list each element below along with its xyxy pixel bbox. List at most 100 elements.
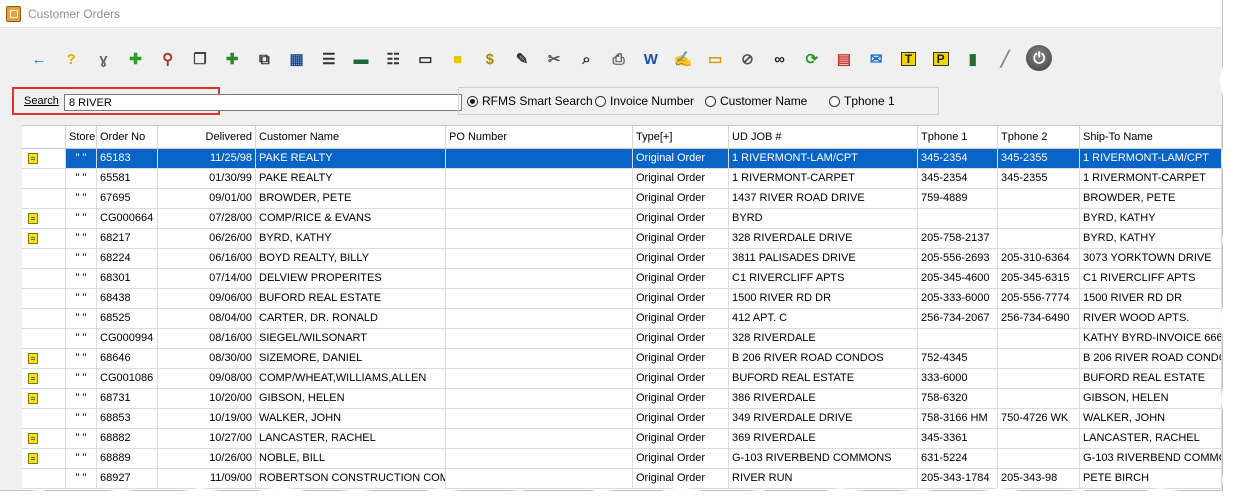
tools-icon[interactable]: ✂ — [543, 48, 565, 70]
cell-po-number — [446, 149, 633, 168]
cell-ud-job: 328 RIVERDALE DRIVE — [729, 229, 918, 248]
table-row[interactable]: " " 67695 09/01/00 BROWDER, PETE Original Or… — [22, 189, 1222, 209]
cell-order-no: 68882 — [97, 429, 158, 448]
cell-tphone1: 752-4345 — [918, 349, 998, 368]
forms-icon[interactable]: ▦ — [286, 48, 308, 70]
cell-order-no: 68217 — [97, 229, 158, 248]
refresh-icon[interactable]: ⟳ — [801, 48, 823, 70]
copy-icon[interactable]: ❐ — [189, 48, 211, 70]
header-ud-job[interactable]: UD JOB # — [729, 126, 918, 148]
table-row[interactable]: " " 65183 11/25/98 PAKE REALTY Original Orde… — [22, 149, 1222, 169]
spark-icon[interactable]: ɣ — [92, 48, 114, 70]
search-mode-group: RFMS Smart Search Invoice Number Customer … — [458, 87, 939, 115]
radio-dot[interactable] — [467, 95, 478, 107]
shutdown-icon[interactable]: ⏻ — [1026, 45, 1053, 71]
table-row[interactable]: " " 68438 09/06/00 BUFORD REAL ESTATE Origin… — [22, 289, 1222, 309]
cell-ud-job: B 206 RIVER ROAD CONDOS — [729, 349, 918, 368]
add-order-icon[interactable]: ✚ — [125, 48, 147, 70]
note-icon[interactable]: ■ — [447, 48, 469, 70]
cell-tphone2 — [998, 229, 1080, 248]
coin-icon[interactable]: $ — [479, 48, 501, 70]
cell-type: Original Order — [633, 409, 729, 428]
radio-dot[interactable] — [829, 95, 840, 107]
radio-tphone-1[interactable]: Tphone 1 — [829, 94, 895, 108]
radio-dot[interactable] — [595, 95, 606, 107]
cell-delivered: 01/30/99 — [158, 169, 256, 188]
table-row[interactable]: " " 68525 08/04/00 CARTER, DR. RONALD Origin… — [22, 309, 1222, 329]
cell-ud-job: 1437 RIVER ROAD DRIVE — [729, 189, 918, 208]
header-tphone1[interactable]: Tphone 1 — [918, 126, 998, 148]
email-icon[interactable]: ✉ — [865, 48, 887, 70]
table-row[interactable]: " " 68853 10/19/00 WALKER, JOHN Original Ord… — [22, 409, 1222, 429]
header-customer-name[interactable]: Customer Name — [256, 126, 446, 148]
table-row[interactable]: " " 65581 01/30/99 PAKE REALTY Original Orde… — [22, 169, 1222, 189]
cell-indicator — [22, 269, 66, 288]
preview-icon[interactable]: ⌕ — [575, 48, 597, 70]
header-ship-to-name[interactable]: Ship-To Name — [1080, 126, 1222, 148]
cell-tphone1: 205-333-6000 — [918, 289, 998, 308]
doc-icon[interactable]: ☷ — [382, 48, 404, 70]
cell-type: Original Order — [633, 349, 729, 368]
p-icon[interactable]: P — [930, 48, 952, 70]
header-delivered[interactable]: Delivered — [158, 126, 256, 148]
table-row[interactable]: " " 68889 10/26/00 NOBLE, BILL Original Orde… — [22, 449, 1222, 469]
radio-invoice-number[interactable]: Invoice Number — [595, 94, 694, 108]
table-row[interactable]: " " CG000994 08/16/00 SIEGEL/WILSONART Origi… — [22, 329, 1222, 349]
signature-icon[interactable]: ✍ — [672, 48, 694, 70]
ticket-icon[interactable]: ▭ — [704, 48, 726, 70]
card-icon[interactable]: ▬ — [350, 48, 372, 70]
cell-ship-to-name: B 206 RIVER ROAD CONDOS — [1080, 349, 1222, 368]
cell-type: Original Order — [633, 169, 729, 188]
book-icon[interactable]: ▮ — [962, 48, 984, 70]
cell-customer-name: COMP/RICE & EVANS — [256, 209, 446, 228]
cell-tphone1: 205-345-4600 — [918, 269, 998, 288]
attach-icon[interactable]: ⊘ — [736, 48, 758, 70]
cell-type: Original Order — [633, 189, 729, 208]
printer-icon[interactable]: ⎙ — [608, 48, 630, 70]
cell-ud-job: 1 RIVERMONT-LAM/CPT — [729, 149, 918, 168]
cell-po-number — [446, 289, 633, 308]
cell-indicator — [22, 189, 66, 208]
word-icon[interactable]: W — [640, 48, 662, 70]
edit-icon[interactable]: ✎ — [511, 48, 533, 70]
help-icon[interactable]: ? — [60, 48, 82, 70]
cell-tphone2 — [998, 389, 1080, 408]
header-store[interactable]: Store — [66, 126, 97, 148]
t-icon[interactable]: T — [897, 48, 919, 70]
cell-order-no: 68438 — [97, 289, 158, 308]
invoice-icon[interactable]: ▭ — [414, 48, 436, 70]
note-icon — [28, 433, 38, 444]
back-arrow-icon[interactable]: ← — [28, 48, 50, 70]
table-row[interactable]: " " 68882 10/27/00 LANCASTER, RACHEL Origina… — [22, 429, 1222, 449]
table-row[interactable]: " " 68646 08/30/00 SIZEMORE, DANIEL Original… — [22, 349, 1222, 369]
search-input[interactable] — [64, 94, 462, 111]
cell-store: " " — [66, 249, 97, 268]
table-row[interactable]: " " 68731 10/20/00 GIBSON, HELEN Original Or… — [22, 389, 1222, 409]
radio-dot[interactable] — [705, 95, 716, 107]
table-row[interactable]: " " CG000664 07/28/00 COMP/RICE & EVANS Orig… — [22, 209, 1222, 229]
radio-customer-name[interactable]: Customer Name — [705, 94, 807, 108]
binoculars-icon[interactable]: ∞ — [769, 48, 791, 70]
radio-rfms-smart-search[interactable]: RFMS Smart Search — [467, 94, 593, 108]
table-row[interactable]: " " 68217 06/26/00 BYRD, KATHY Original Orde… — [22, 229, 1222, 249]
header-po-number[interactable]: PO Number — [446, 126, 633, 148]
cell-tphone2: 345-2355 — [998, 149, 1080, 168]
pen-icon[interactable]: ╱ — [994, 48, 1016, 70]
cell-po-number — [446, 349, 633, 368]
table-row[interactable]: " " CG001086 09/08/00 COMP/WHEAT,WILLIAMS,A… — [22, 369, 1222, 389]
table-row[interactable]: " " 68301 07/14/00 DELVIEW PROPERITES Origin… — [22, 269, 1222, 289]
calendar-icon[interactable]: ▤ — [833, 48, 855, 70]
cell-po-number — [446, 389, 633, 408]
new-icon[interactable]: ✚ — [221, 48, 243, 70]
stack-icon[interactable]: ☰ — [318, 48, 340, 70]
find-icon[interactable]: ⚲ — [157, 48, 179, 70]
header-order-no[interactable]: Order No — [97, 126, 158, 148]
cell-delivered: 07/28/00 — [158, 209, 256, 228]
cell-ud-job: 412 APT. C — [729, 309, 918, 328]
table-row[interactable]: " " 68224 06/16/00 BOYD REALTY, BILLY Origin… — [22, 249, 1222, 269]
cell-ud-job: C1 RIVERCLIFF APTS — [729, 269, 918, 288]
header-tphone2[interactable]: Tphone 2 — [998, 126, 1080, 148]
pages-icon[interactable]: ⧉ — [253, 48, 275, 70]
header-type[interactable]: Type[+] — [633, 126, 729, 148]
cell-indicator — [22, 329, 66, 348]
